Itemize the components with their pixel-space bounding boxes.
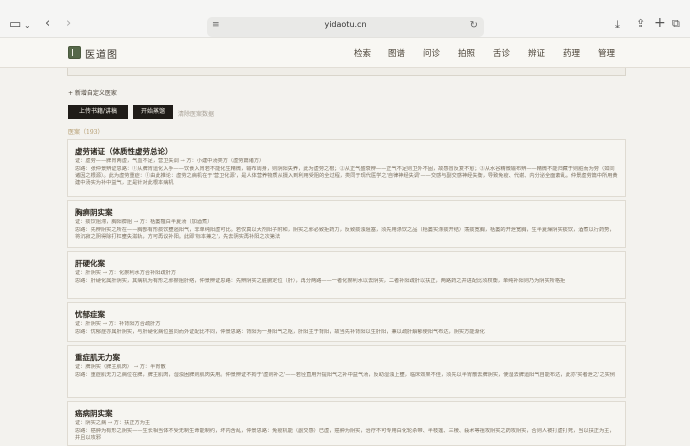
chevron-down-icon[interactable]: ⌄ (24, 19, 31, 33)
browser-toolbar: ▭ ⌄ ‹ › ≡ yidaotu.cn ↻ ⤓ ⇪ + ⧉ (0, 0, 690, 38)
case-card[interactable]: 肝硬化案 证：肝阴实 → 方：化瘀利水方合补阳疏肝方 思路：肝硬化属肝阴实，其病… (67, 251, 626, 299)
case-card[interactable]: 忧郁症案 证：肝阴实 → 方：补背阳方合疏肝方 思路：忧郁症亦属肝阴实，与肝硬化… (67, 302, 626, 342)
case-count: 医案（193） (68, 129, 104, 136)
nav-item-tongue[interactable]: 舌诊 (493, 47, 510, 59)
case-reasoning: 思路：重症肌无力之病位在脾，脾主肌肉，湿浊困脾则肌肉失用。仲景辨证不拘于'虚则补… (75, 372, 616, 378)
sidebar-toggle-icon[interactable]: ▭ (9, 18, 21, 32)
site-logo-text[interactable]: 医道图 (85, 46, 118, 61)
url-text: yidaotu.cn (324, 20, 367, 29)
reload-icon[interactable]: ↻ (470, 20, 478, 31)
address-bar[interactable]: ≡ yidaotu.cn ↻ (207, 17, 484, 37)
start-distill-button[interactable]: 开始蒸馏 (133, 105, 173, 119)
case-title: 重症肌无力案 (75, 353, 120, 362)
nav-item-graph[interactable]: 图谱 (388, 47, 405, 59)
clear-cases-link[interactable]: 清除医案数据 (178, 109, 214, 118)
logo-icon[interactable] (68, 46, 81, 59)
case-pattern: 证：虚劳——脾胃两虚，气血不足，营卫失调 → 方：小建中汤类方（虚劳篇诸方） (75, 158, 265, 164)
case-pattern: 证：肝阴实 → 方：化瘀利水方合补阳疏肝方 (75, 270, 177, 276)
case-card[interactable]: 虚劳诸证（体质性虚劳总论） 证：虚劳——脾胃两虚，气血不足，营卫失调 → 方：小… (67, 139, 626, 197)
nav-item-pharmacology[interactable]: 药理 (563, 47, 580, 59)
new-tab-icon[interactable]: + (654, 16, 666, 30)
add-custom-physician-link[interactable]: + 新增自定义医家 (68, 88, 117, 97)
case-card[interactable]: 胸痹阴实案 证：痰饮阻滞，胸阳痹阻 → 方：栝蒌薤白半夏汤（加酒煮） 思路：先辨… (67, 200, 626, 248)
case-reasoning: 思路：先辨阴实之所在——胸部有形痰饮壅遏阳气，非单纯阳虚可比。若仅真以大剂阳子附… (75, 227, 615, 240)
download-icon[interactable]: ⤓ (615, 18, 620, 32)
share-icon[interactable]: ⇪ (636, 17, 645, 31)
case-title: 虚劳诸证（体质性虚劳总论） (75, 147, 173, 156)
case-title: 忧郁症案 (75, 310, 105, 319)
case-title: 胸痹阴实案 (75, 208, 113, 217)
panel-bottom-edge (67, 68, 626, 76)
nav-item-search[interactable]: 检索 (354, 47, 371, 59)
case-reasoning: 思路：忧郁症亦属肝阴实，与肝硬化病位虽同而外证配比不同，仲景思路：背阳为一身阳气… (75, 329, 485, 335)
nav-item-admin[interactable]: 管理 (598, 47, 615, 59)
case-pattern: 证：肝阴实 → 方：补背阳方合疏肝方 (75, 321, 161, 327)
case-title: 肝硬化案 (75, 259, 105, 268)
case-pattern: 证：脾阴实（脾主肌肉） → 方：半胃散 (75, 364, 166, 370)
nav-item-consult[interactable]: 问诊 (423, 47, 440, 59)
case-title: 癌病阴实案 (75, 409, 113, 418)
case-pattern: 证：痰饮阻滞，胸阳痹阻 → 方：栝蒌薤白半夏汤（加酒煮） (75, 219, 213, 225)
site-header: 医道图 检索 图谱 问诊 拍照 舌诊 辨证 药理 管理 (0, 38, 690, 68)
forward-icon[interactable]: › (66, 17, 71, 31)
case-reasoning: 思路：张仲景辨证思路：①从脾胃运化入手——饮食入胃若不能化生精微，输布周身，则阴… (75, 166, 618, 186)
case-pattern: 证：阴实之病 → 方：扶正方为主 (75, 420, 151, 426)
upload-books-button[interactable]: 上传书籍/讲稿 (68, 105, 128, 119)
tab-overview-icon[interactable]: ⧉ (672, 17, 680, 31)
case-reasoning: 思路：肝硬化属肝阴实，其病机为有形之邪瘀阻肝络，仲景辨证思路：先辨阴实之脏腑定位… (75, 278, 566, 284)
nav-item-photo[interactable]: 拍照 (458, 47, 475, 59)
case-card[interactable]: 癌病阴实案 证：阴实之病 → 方：扶正方为主 思路：癌肿为有形之阴实——生长相当… (67, 401, 626, 446)
nav-item-pattern[interactable]: 辨证 (528, 47, 545, 59)
case-card[interactable]: 重症肌无力案 证：脾阴实（脾主肌肉） → 方：半胃散 思路：重症肌无力之病位在脾… (67, 345, 626, 398)
back-icon[interactable]: ‹ (45, 17, 50, 31)
case-reasoning: 思路：癌肿为有形之阴实——生长相当体不受无制生命能制约，坏内含乱，仲景思路：免疫… (75, 428, 615, 441)
